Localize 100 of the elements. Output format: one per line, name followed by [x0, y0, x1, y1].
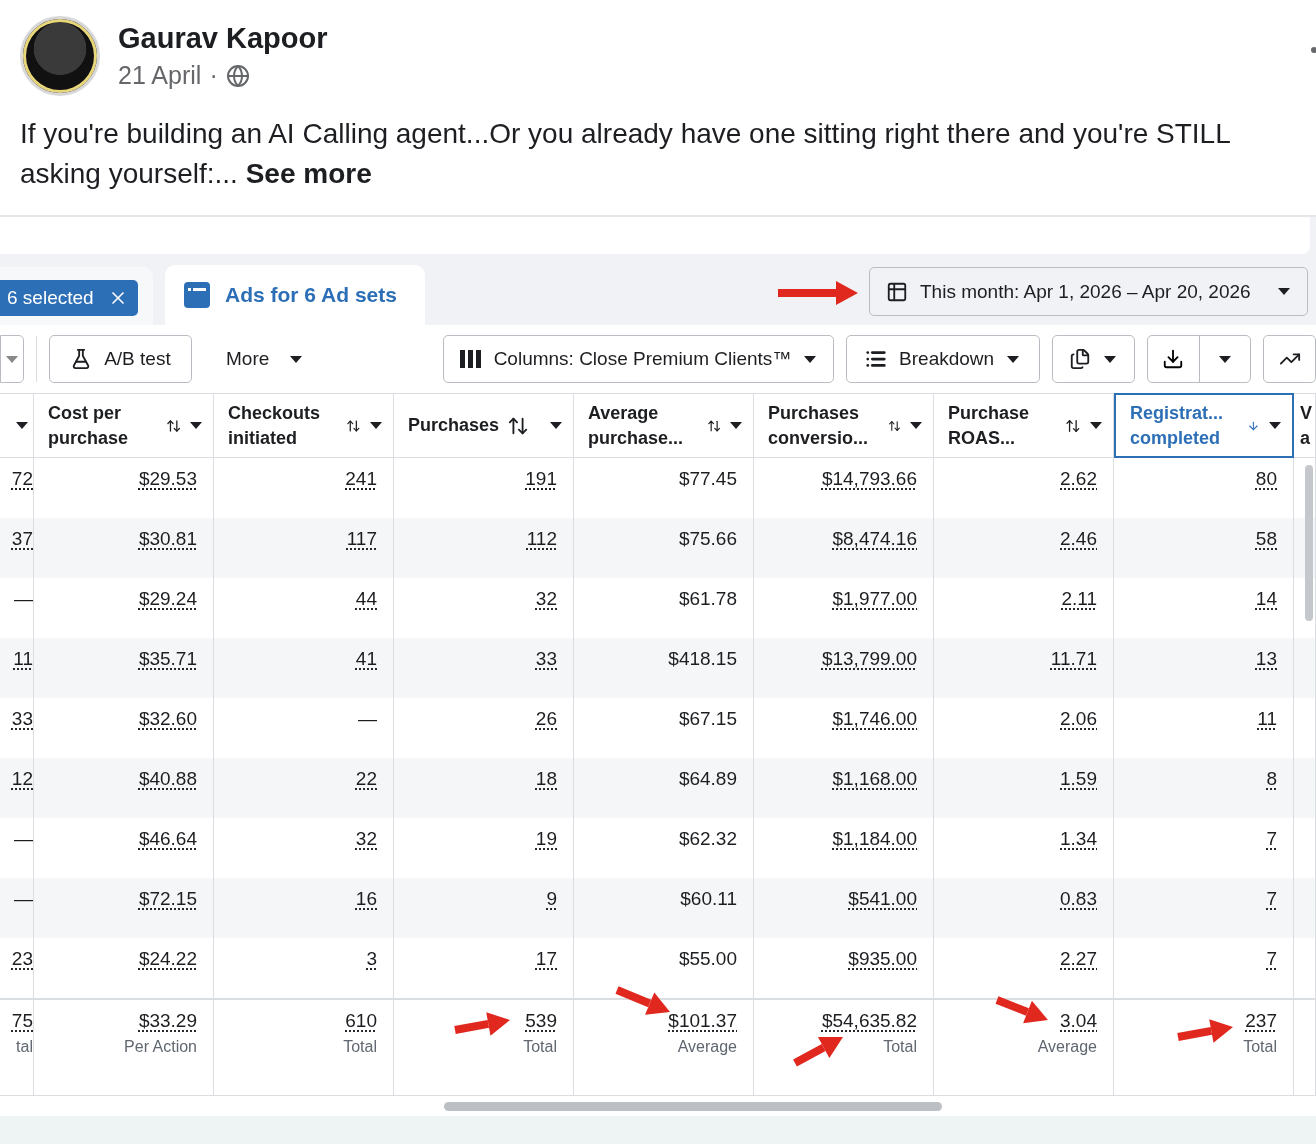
caret-icon [1277, 287, 1291, 296]
table-cell: $55.00 [678, 948, 737, 970]
caret-icon [729, 421, 743, 430]
table-cell: $418.15 [668, 648, 737, 670]
column-menu-caret-icon[interactable] [189, 421, 203, 430]
total-label: Total [1243, 1038, 1277, 1056]
column-menu-caret-icon[interactable] [1268, 421, 1282, 430]
table-cell: 2.46 [1060, 528, 1097, 550]
table-cell: — [14, 888, 33, 910]
table-cell: $77.45 [678, 468, 737, 490]
total-value: $101.37 [668, 1010, 737, 1032]
post-date[interactable]: 21 April [118, 61, 202, 90]
table-cell: $1,977.00 [832, 588, 917, 610]
table-cell: 241 [345, 468, 377, 490]
annotation-arrow [793, 1036, 843, 1067]
table-cell: 32 [535, 588, 557, 610]
table-cell: 18 [535, 768, 557, 790]
caret-icon [909, 421, 923, 430]
download-icon [1162, 348, 1185, 370]
table-cell: 33 [535, 648, 557, 670]
table-cell: $935.00 [848, 948, 917, 970]
table-cell: 2.27 [1060, 948, 1097, 970]
tab[interactable]: Ads for 6 Ad sets [165, 265, 425, 325]
table-cell: 8 [1266, 768, 1277, 790]
reports-button[interactable] [1051, 335, 1136, 383]
total-label: Per Action [124, 1038, 197, 1056]
table-cell: — [14, 588, 33, 610]
table-cell: $62.32 [678, 828, 737, 850]
table-cell: — [358, 708, 377, 730]
selection-chip[interactable]: 6 selected [0, 280, 138, 316]
caret-icon [549, 421, 563, 430]
scrollbar-thumb[interactable] [1305, 465, 1313, 621]
table-cell: $541.00 [848, 888, 917, 910]
table-cell: 2.62 [1060, 468, 1097, 490]
table-cell: $75.66 [678, 528, 737, 550]
total-label: Average [1037, 1038, 1097, 1056]
table-cell: 16 [355, 888, 377, 910]
table-cell: $35.71 [138, 648, 197, 670]
table-cell: 44 [355, 588, 377, 610]
caret-icon [4, 354, 19, 364]
caret-icon [369, 421, 383, 430]
caret-icon [1089, 421, 1103, 430]
table-cell: 2.11 [1061, 588, 1097, 610]
total-value: 539 [525, 1010, 557, 1032]
table-cell: $64.89 [678, 768, 737, 790]
date-range-button[interactable]: This month: Apr 1, 2026 – Apr 20, 2026 [869, 267, 1308, 316]
column-menu-caret-icon[interactable] [909, 421, 923, 430]
table-cell: 14 [1255, 588, 1277, 610]
table-cell: $72.15 [138, 888, 197, 910]
table-cell: 191 [525, 468, 557, 490]
see-more-link[interactable]: See more [245, 158, 372, 189]
separator-dot: · [209, 61, 218, 90]
column-header[interactable]: Registrat... completed [1114, 393, 1294, 458]
caret-icon [15, 421, 29, 430]
table-cell: 7 [1266, 948, 1277, 970]
ab-test-button[interactable]: A/B test [48, 335, 192, 383]
breakdown-button[interactable]: Breakdown [845, 335, 1040, 383]
post-text: If you're building an AI Calling agent...Or you already have one sitting right there and you're STILL asking yourself:... See more [20, 117, 1231, 191]
column-menu-caret-icon[interactable] [1089, 421, 1103, 430]
columns-button[interactable]: Columns: Close Premium Clients™ [443, 335, 834, 383]
table-cell: 32 [355, 828, 377, 850]
table-cell: 13 [1255, 648, 1277, 670]
table-cell: $67.15 [678, 708, 737, 730]
table-cell: 11.71 [1050, 648, 1097, 670]
column-menu-caret-icon[interactable] [15, 421, 29, 430]
table-cell: 2.06 [1060, 708, 1097, 730]
caret-icon [289, 354, 304, 364]
author-name[interactable]: Gaurav Kapoor [118, 22, 328, 55]
table-cell: 0.83 [1060, 888, 1097, 910]
total-value: $33.29 [138, 1010, 197, 1032]
table-cell: 3 [366, 948, 377, 970]
table-cell: $13,799.00 [821, 648, 917, 670]
chart-button[interactable] [1263, 335, 1316, 383]
annotation-arrow [615, 986, 670, 1015]
table-cell: $1,746.00 [832, 708, 917, 730]
dropdown-button[interactable] [0, 335, 24, 383]
table-cell: $8,474.16 [832, 528, 917, 550]
table-cell: 37 [11, 528, 33, 550]
annotation-arrow [454, 1012, 510, 1036]
scrollbar-thumb[interactable] [444, 1101, 942, 1111]
caret-icon [803, 354, 818, 364]
column-menu-caret-icon[interactable] [369, 421, 383, 430]
table-cell: $29.53 [138, 468, 197, 490]
table-cell: 7 [1266, 888, 1277, 910]
annotation-arrow [1177, 1019, 1233, 1043]
table-cell: 33 [11, 708, 33, 730]
window-icon [183, 281, 211, 309]
table-cell: $30.81 [138, 528, 197, 550]
table-cell: 22 [355, 768, 377, 790]
table-cell: 41 [355, 648, 377, 670]
table-cell: $14,793.66 [821, 468, 917, 490]
table-cell: 17 [535, 948, 557, 970]
table-cell: $24.22 [138, 948, 197, 970]
table-cell: $1,168.00 [832, 768, 917, 790]
table-cell: — [14, 828, 33, 850]
table-cell: 11 [13, 648, 33, 670]
column-menu-caret-icon[interactable] [729, 421, 743, 430]
table-cell: 11 [1257, 708, 1277, 730]
column-menu-caret-icon[interactable] [549, 421, 563, 430]
menu-dot-icon[interactable] [1311, 47, 1316, 53]
